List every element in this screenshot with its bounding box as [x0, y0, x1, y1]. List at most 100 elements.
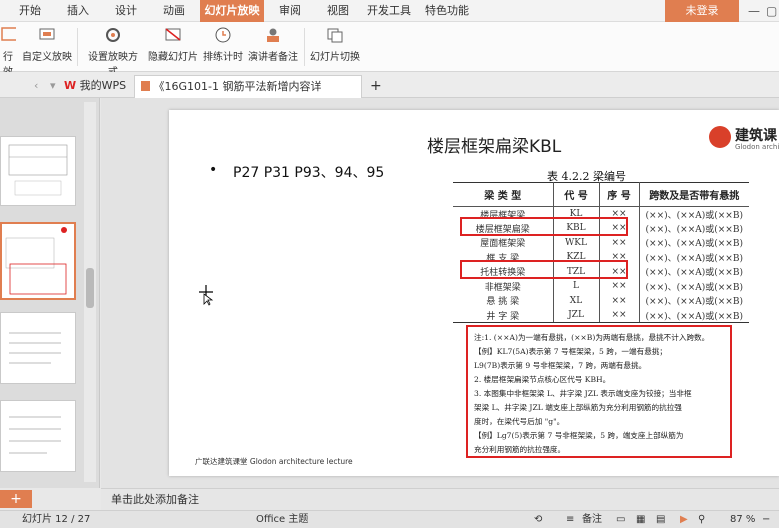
zoom-dropdown-icon[interactable]: ⚲ — [698, 511, 705, 528]
play-icon[interactable]: ▶ — [680, 511, 688, 528]
slide-thumbnail[interactable] — [0, 136, 76, 206]
menu-tab-home[interactable]: 开始 — [12, 0, 48, 22]
bullet-dot: • — [209, 162, 218, 178]
tab-my-wps[interactable]: W 我的WPS — [58, 75, 132, 98]
note-line: 架梁 L、井字梁 JZL 端支座上部纵筋为充分利用钢筋的抗拉强 — [474, 403, 682, 412]
zoom-level[interactable]: 87 % — [730, 511, 755, 528]
thumbnail-content-icon — [5, 227, 67, 295]
new-tab-button[interactable]: + — [364, 75, 388, 98]
note-line: 注:1. (××A)为一端有悬挑，(××B)为两端有悬挑，悬挑不计入跨数。 — [474, 333, 710, 342]
slide-thumbnail[interactable] — [0, 312, 76, 384]
notes-icon[interactable]: ≡ — [566, 511, 574, 528]
hide-slide-button[interactable]: 隐藏幻灯片 — [148, 26, 198, 63]
normal-view-icon[interactable]: ▭ — [616, 511, 625, 528]
status-bar: 幻灯片 12 / 27 Office 主题 ⟲ ≡ 备注 ▭ ▦ ▤ ▶ ⚲ 8… — [0, 510, 779, 528]
menu-tab-view[interactable]: 视图 — [320, 0, 356, 22]
menu-tab-slideshow[interactable]: 幻灯片放映 — [200, 0, 264, 22]
table-cell: L — [553, 279, 600, 294]
thumbnail-scrollbar-handle[interactable] — [86, 268, 94, 308]
table-cell: (××)、(××A)或(××B) — [639, 308, 749, 323]
table-header: 梁 类 型 — [453, 182, 554, 207]
hide-slide-label: 隐藏幻灯片 — [148, 52, 198, 63]
table-cell: (××)、(××A)或(××B) — [645, 268, 743, 279]
ribbon-partial-button[interactable]: 行效 — [0, 26, 16, 78]
table-cell: (××)、(××A)或(××B) — [645, 282, 743, 293]
note-line: 充分利用钢筋的抗拉强度。 — [474, 445, 566, 454]
note-line: 度时，在梁代号后加 "g"。 — [474, 417, 565, 426]
menu-tab-animation[interactable]: 动画 — [156, 0, 192, 22]
rehearse-timings-label: 排练计时 — [203, 52, 243, 63]
logo-subtext: Glodon architecture — [735, 143, 779, 151]
menu-tab-design[interactable]: 设计 — [108, 0, 144, 22]
presenter-notes-button[interactable]: 演讲者备注 — [246, 26, 300, 63]
custom-show-label: 自定义放映 — [22, 52, 72, 63]
slide-footer: 广联达建筑课堂 Glodon architecture lecture — [195, 457, 353, 466]
slide-counter: 幻灯片 12 / 27 — [22, 514, 91, 525]
minimize-icon[interactable]: — — [748, 4, 760, 18]
table-cell: ×× — [599, 293, 640, 308]
table-cell: ×× — [599, 235, 640, 250]
ribbon-separator — [304, 28, 305, 66]
menu-tab-special[interactable]: 特色功能 — [422, 0, 472, 22]
login-button[interactable]: 未登录 — [665, 0, 739, 22]
table-cell: ×× — [599, 279, 640, 294]
slide-canvas[interactable]: 楼层框架扁梁KBL 建筑课 Glodon architecture • P27 … — [169, 110, 779, 476]
document-tab-bar: ‹ ▾ W 我的WPS 《16G101-1 钢筋平法新增内容详解》.ppt * … — [0, 72, 779, 115]
table-cell: (××)、(××A)或(××B) — [645, 253, 743, 264]
beam-code-table[interactable]: 梁 类 型 代 号 序 号 跨数及是否带有悬挑 楼层框架梁 KL ×× (××)、(×… — [453, 182, 749, 323]
menu-tab-developer[interactable]: 开发工具 — [364, 0, 414, 22]
note-line: 3. 本图集中非框架梁 L、井字梁 JZL 表示端支座为铰接；当非框 — [474, 389, 692, 398]
slide-thumbnail-pane — [0, 98, 100, 488]
sorter-view-icon[interactable]: ▦ — [636, 511, 645, 528]
clock-icon — [215, 27, 231, 43]
table-cell: 悬 挑 梁 — [453, 293, 554, 308]
table-cell: (××)、(××A)或(××B) — [645, 224, 743, 235]
maximize-icon[interactable]: ▢ — [766, 4, 777, 18]
note-line: 【例】KL7(5A)表示第 7 号框架梁，5 跨，一端有悬挑； — [474, 347, 667, 356]
ppt-file-icon — [141, 81, 150, 91]
table-cell: (××)、(××A)或(××B) — [645, 210, 743, 221]
note-line: L9(7B)表示第 9 号非框架梁，7 跨，两端有悬挑。 — [474, 361, 647, 370]
notes-toggle[interactable]: 备注 — [582, 511, 602, 528]
theme-name: Office 主题 — [256, 514, 309, 525]
slide-title[interactable]: 楼层框架扁梁KBL — [427, 132, 561, 157]
setup-show-button[interactable]: 设置放映方式 — [84, 26, 142, 78]
slide-thumbnail-selected[interactable] — [0, 222, 76, 300]
restore-icon[interactable]: ⟲ — [534, 511, 542, 528]
nav-back-icon[interactable]: ‹ — [28, 75, 44, 98]
bullet-text[interactable]: P27 P31 P93、94、95 — [233, 162, 384, 182]
logo-text: 建筑课 — [735, 128, 777, 144]
table-header: 序 号 — [599, 182, 640, 207]
table-cell: 井 字 梁 — [453, 308, 554, 323]
glodon-logo: 建筑课 Glodon architecture — [709, 120, 779, 154]
table-cell: (××)、(××A)或(××B) — [645, 239, 743, 250]
gear-icon — [106, 28, 120, 42]
table-header: 跨数及是否带有悬挑 — [639, 182, 749, 207]
table-row: 井 字 梁 JZL ×× (××)、(××A)或(××B) — [453, 308, 749, 323]
custom-show-button[interactable]: 自定义放映 — [22, 26, 72, 63]
table-cell: 非框架梁 — [453, 279, 554, 294]
slide-transition-button[interactable]: 幻灯片切换 — [310, 26, 360, 63]
reading-view-icon[interactable]: ▤ — [656, 511, 665, 528]
slide-transition-label: 幻灯片切换 — [310, 52, 360, 63]
play-icon — [1, 27, 16, 41]
menu-bar: 开始 插入 设计 动画 幻灯片放映 审阅 视图 开发工具 特色功能 未登录 — … — [0, 0, 779, 22]
zoom-out-icon[interactable]: − — [762, 511, 770, 528]
notes-placeholder[interactable]: 单击此处添加备注 — [101, 488, 779, 510]
rehearse-timings-button[interactable]: 排练计时 — [202, 26, 244, 63]
add-slide-button[interactable]: + — [0, 490, 32, 508]
wps-logo-icon: W — [64, 79, 77, 92]
tab-active-document[interactable]: 《16G101-1 钢筋平法新增内容详解》.ppt * × — [134, 75, 362, 115]
slide-thumbnail[interactable] — [0, 400, 76, 472]
menu-tab-review[interactable]: 审阅 — [272, 0, 308, 22]
table-row: 屋面框架梁 WKL ×× (××)、(××A)或(××B) — [453, 235, 749, 250]
menu-tab-insert[interactable]: 插入 — [60, 0, 96, 22]
ribbon: 行效 自定义放映 设置放映方式 隐藏幻灯片 排练计时 演讲者备注 幻灯片切换 — [0, 22, 779, 78]
table-cell: WKL — [553, 235, 600, 250]
logo-icon — [709, 126, 731, 148]
table-cell: JZL — [553, 308, 600, 323]
thumbnail-content-icon — [9, 332, 61, 364]
highlight-box-tzl — [460, 260, 628, 279]
hide-slide-icon — [165, 28, 181, 41]
thumbnail-content-icon — [8, 144, 68, 196]
